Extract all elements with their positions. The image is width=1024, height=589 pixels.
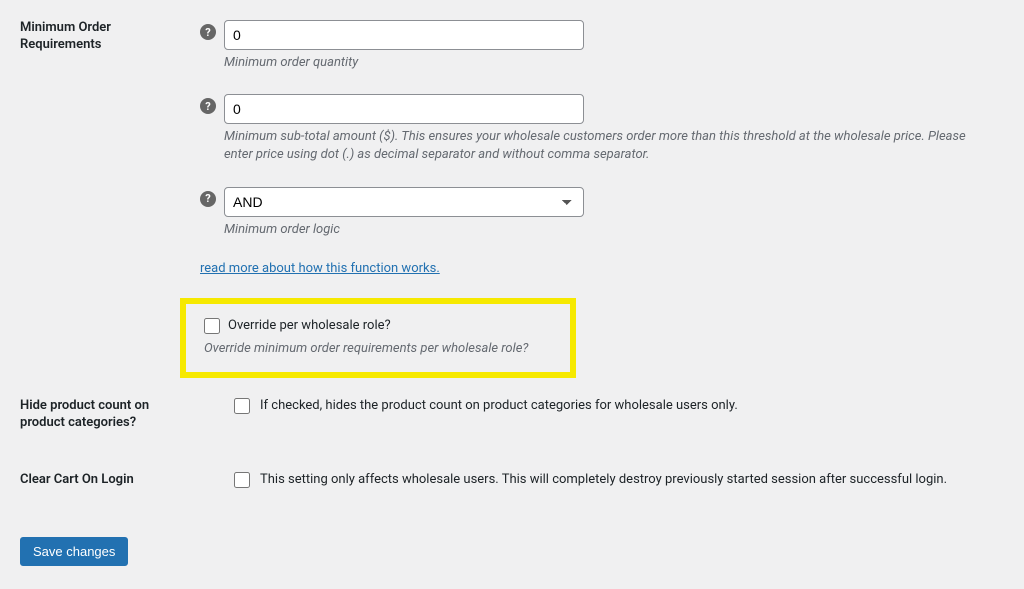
min-subtotal-input[interactable] xyxy=(224,94,584,124)
row-hide-product-count: Hide product count on product categories… xyxy=(20,378,1004,452)
heading-hide-product-count: Hide product count on product categories… xyxy=(20,378,200,452)
heading-clear-cart: Clear Cart On Login xyxy=(20,452,200,509)
field-min-logic: ? AND Minimum order logic xyxy=(200,187,994,239)
field-min-subtotal: ? Minimum sub-total amount ($). This ens… xyxy=(200,94,994,164)
hide-count-label: If checked, hides the product count on p… xyxy=(260,398,738,413)
col-min-logic: AND Minimum order logic xyxy=(224,187,584,239)
settings-wrap: Minimum Order Requirements ? Minimum ord… xyxy=(0,0,1024,586)
min-qty-input[interactable] xyxy=(224,20,584,50)
col-min-subtotal: Minimum sub-total amount ($). This ensur… xyxy=(224,94,994,164)
min-subtotal-desc: Minimum sub-total amount ($). This ensur… xyxy=(224,128,994,164)
settings-table: Minimum Order Requirements ? Minimum ord… xyxy=(20,0,1004,509)
heading-minimum-order: Minimum Order Requirements xyxy=(20,0,200,378)
field-min-qty: ? Minimum order quantity xyxy=(200,20,994,72)
row-minimum-order: Minimum Order Requirements ? Minimum ord… xyxy=(20,0,1004,378)
override-label: Override per wholesale role? xyxy=(228,318,391,333)
override-checkbox[interactable] xyxy=(204,318,220,334)
clear-cart-checkbox[interactable] xyxy=(234,472,250,488)
save-changes-button[interactable]: Save changes xyxy=(20,537,128,566)
hide-count-checkbox[interactable] xyxy=(234,398,250,414)
col-min-qty: Minimum order quantity xyxy=(224,20,584,72)
hide-count-checkbox-line: If checked, hides the product count on p… xyxy=(234,398,994,414)
override-desc: Override minimum order requirements per … xyxy=(204,340,552,358)
help-icon[interactable]: ? xyxy=(200,98,216,114)
clear-cart-label: This setting only affects wholesale user… xyxy=(260,472,947,487)
clear-cart-checkbox-line: This setting only affects wholesale user… xyxy=(234,472,994,488)
read-more-row: read more about how this function works. xyxy=(200,261,994,276)
read-more-link[interactable]: read more about how this function works. xyxy=(200,261,440,276)
min-logic-desc: Minimum order logic xyxy=(224,221,584,239)
cell-minimum-order: ? Minimum order quantity ? Minimum sub-t… xyxy=(200,0,1004,378)
override-highlight-box: Override per wholesale role? Override mi… xyxy=(180,298,576,378)
min-logic-select[interactable]: AND xyxy=(224,187,584,217)
min-qty-desc: Minimum order quantity xyxy=(224,54,584,72)
row-clear-cart: Clear Cart On Login This setting only af… xyxy=(20,452,1004,509)
cell-clear-cart: This setting only affects wholesale user… xyxy=(200,452,1004,509)
help-icon[interactable]: ? xyxy=(200,24,216,40)
cell-hide-product-count: If checked, hides the product count on p… xyxy=(200,378,1004,452)
help-icon[interactable]: ? xyxy=(200,191,216,207)
override-checkbox-line: Override per wholesale role? xyxy=(204,318,552,334)
